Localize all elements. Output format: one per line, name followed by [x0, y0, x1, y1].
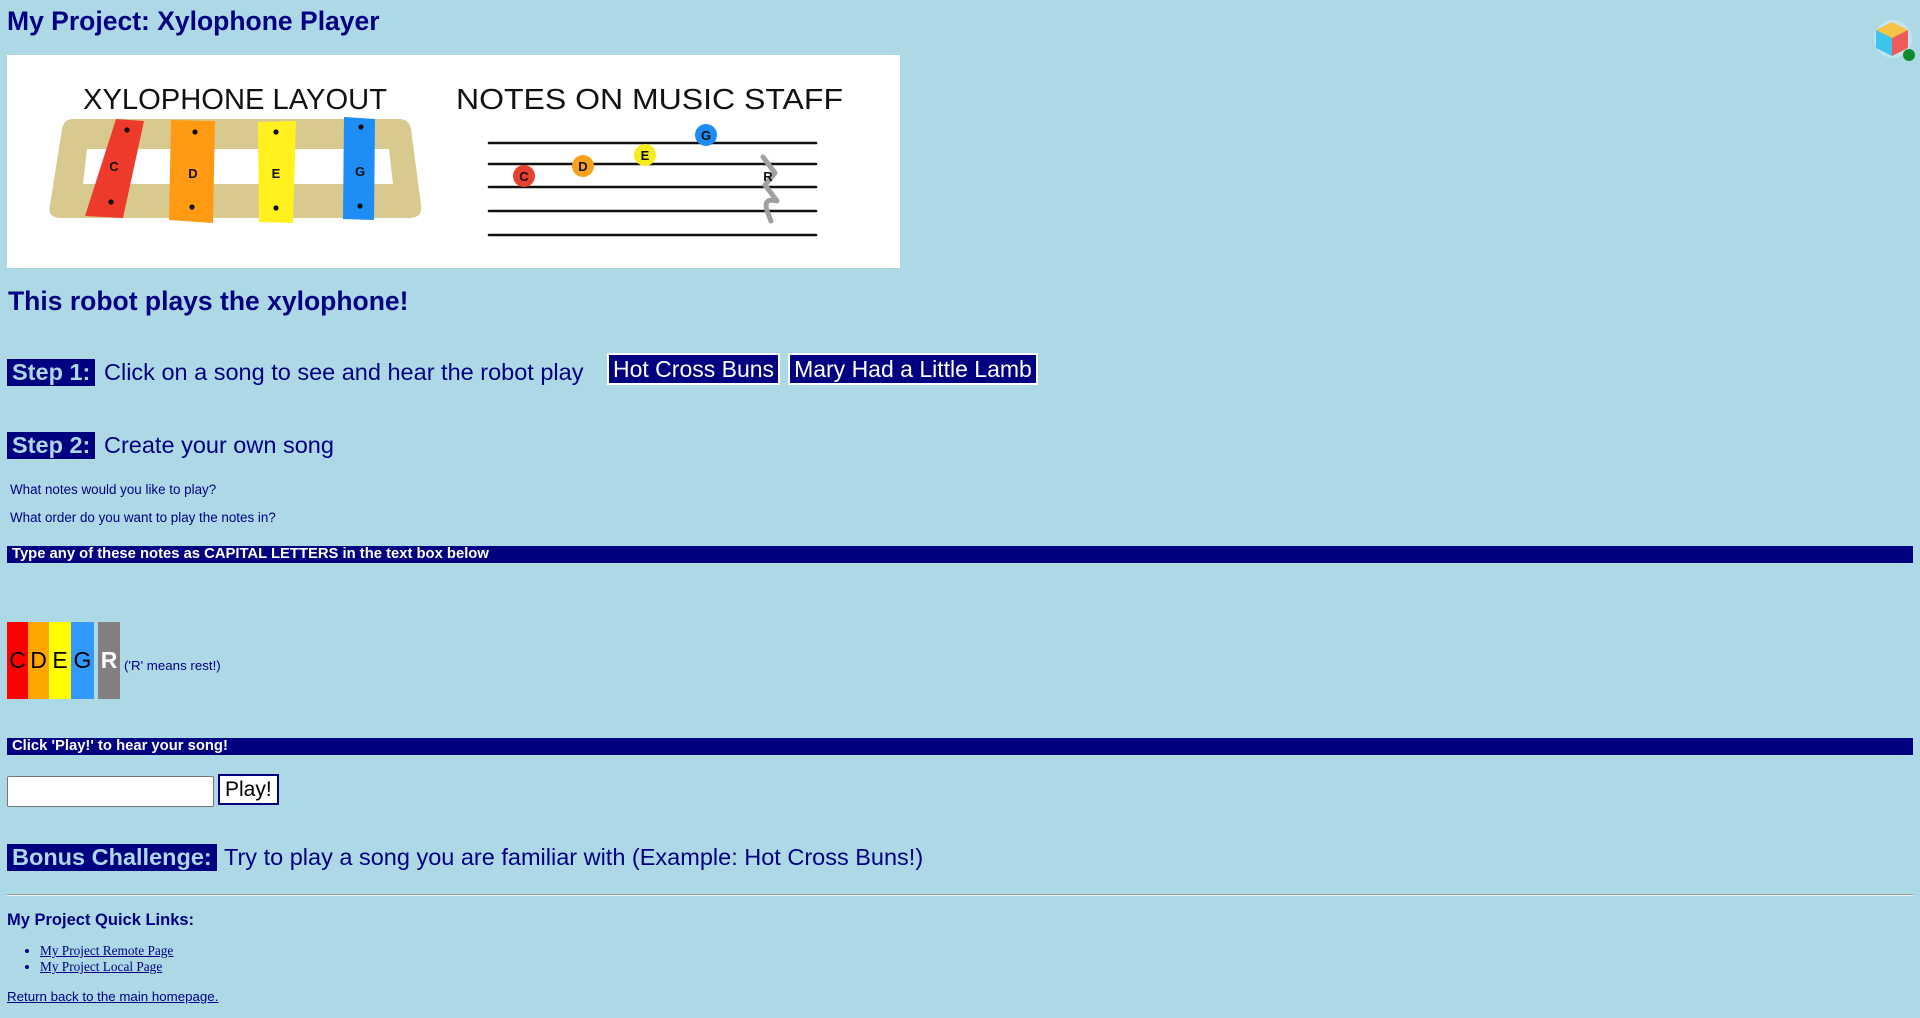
- bonus-badge: Bonus Challenge:: [7, 844, 217, 871]
- staff-note-c: C: [513, 165, 535, 187]
- xylophone-bar-g-label: G: [355, 164, 365, 179]
- xylophone-bar-d: D: [169, 120, 215, 223]
- bar-dot: [357, 203, 363, 209]
- rest-hint: ('R' means rest!): [124, 658, 221, 673]
- bar-dot: [273, 205, 279, 211]
- note-key-g: G: [71, 622, 94, 699]
- quick-links-heading: My Project Quick Links:: [7, 911, 195, 929]
- song-button-hot-cross-buns[interactable]: Hot Cross Buns: [607, 353, 781, 385]
- bonus-challenge-text: Try to play a song you are familiar with…: [224, 844, 924, 870]
- note-key-e: E: [49, 622, 71, 699]
- staff-note-c-label: C: [519, 169, 529, 184]
- note-key-legend: C D E G R: [7, 622, 120, 699]
- song-button-mary-had-a-little-lamb[interactable]: Mary Had a Little Lamb: [788, 353, 1038, 385]
- xylophone-bar-e: E: [258, 121, 296, 223]
- step2-instructions: Create your own song: [104, 432, 334, 458]
- xylophone-bar-c-label: C: [109, 159, 119, 174]
- play-instruction-bar: Click 'Play!' to hear your song!: [7, 738, 1913, 755]
- xylophone-layout-heading: XYLOPHONE LAYOUT: [83, 84, 387, 116]
- staff-rest-label: R: [763, 169, 773, 184]
- xylophone-bar-d-label: D: [188, 166, 197, 181]
- list-item: My Project Remote Page: [40, 943, 173, 959]
- list-item: My Project Local Page: [40, 959, 173, 975]
- song-notes-input[interactable]: [7, 776, 214, 807]
- status-dot: [1903, 49, 1915, 61]
- bar-dot: [273, 129, 279, 135]
- bar-dot: [358, 124, 364, 130]
- bar-dot: [192, 129, 198, 135]
- cube-extension-icon[interactable]: [1873, 18, 1917, 62]
- song-button-group: Hot Cross Buns Mary Had a Little Lamb: [607, 353, 1038, 385]
- notes-instruction-bar: Type any of these notes as CAPITAL LETTE…: [7, 546, 1913, 563]
- step1-badge: Step 1:: [7, 359, 96, 386]
- page-subtitle: This robot plays the xylophone!: [8, 286, 409, 316]
- note-key-c: C: [7, 622, 28, 699]
- question-which-notes: What notes would you like to play?: [10, 482, 217, 497]
- bar-dot: [124, 127, 130, 133]
- staff-note-g-label: G: [701, 128, 711, 143]
- xylophone-banner-image: XYLOPHONE LAYOUT NOTES ON MUSIC STAFF C …: [7, 55, 900, 268]
- remote-page-link[interactable]: My Project Remote Page: [40, 943, 173, 958]
- note-key-rest: R: [98, 622, 120, 699]
- quick-links-list: My Project Remote Page My Project Local …: [7, 943, 173, 975]
- staff-note-d-label: D: [578, 159, 587, 174]
- section-divider: [7, 894, 1913, 896]
- homepage-link[interactable]: Return back to the main homepage.: [7, 989, 218, 1005]
- question-note-order: What order do you want to play the notes…: [10, 510, 276, 525]
- cube-icon-graphic: [1874, 20, 1915, 61]
- step1-instructions: Click on a song to see and hear the robo…: [104, 359, 584, 385]
- play-button[interactable]: Play!: [218, 774, 279, 805]
- note-key-d: D: [28, 622, 49, 699]
- bar-dot: [108, 199, 114, 205]
- staff-note-e: E: [634, 144, 656, 166]
- local-page-link[interactable]: My Project Local Page: [40, 959, 162, 974]
- step2-badge: Step 2:: [7, 432, 96, 459]
- staff-note-g: G: [695, 124, 717, 146]
- music-staff-heading: NOTES ON MUSIC STAFF: [456, 84, 843, 116]
- page-title: My Project: Xylophone Player: [7, 6, 380, 36]
- staff-note-e-label: E: [641, 148, 650, 163]
- staff-note-d: D: [572, 155, 594, 177]
- xylophone-bar-e-label: E: [272, 166, 281, 181]
- bar-dot: [189, 204, 195, 210]
- xylophone-bar-g: G: [343, 117, 375, 220]
